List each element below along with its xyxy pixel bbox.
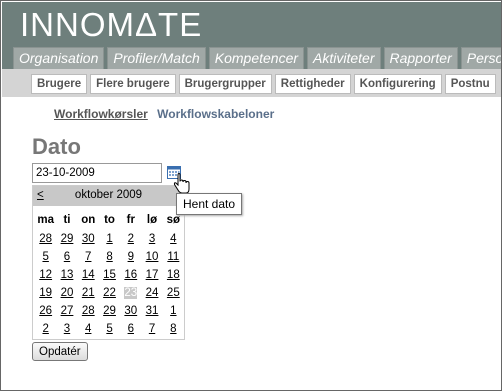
date-picker-popup: < oktober 2009 ma ti on to fr lø sø 28 2… [32,185,185,340]
tab-personer[interactable]: Perso [460,47,501,69]
tooltip: Hent dato [176,193,243,215]
calendar-week-row: 28 29 30 1 2 3 4 [35,230,184,248]
calendar-day[interactable]: 5 [35,248,56,266]
app-window: INNOMΔTE Organisation Profiler/Match Kompe… [0,0,502,391]
calendar-day[interactable]: 29 [99,302,120,320]
calendar-day[interactable]: 3 [141,230,162,248]
calendar-day[interactable]: 1 [163,302,184,320]
tab-aktiviteter[interactable]: Aktiviteter [307,47,381,69]
calendar-day[interactable]: 26 [35,302,56,320]
tab-rapporter[interactable]: Rapporter [383,47,458,69]
workflow-links: Workflowkørsler Workflowskabeloner [54,107,274,121]
tab-profiler-match[interactable]: Profiler/Match [107,47,206,69]
calendar-day[interactable]: 20 [56,284,77,302]
weekday-header-row: ma ti on to fr lø sø [35,210,184,230]
calendar-day[interactable]: 25 [163,284,184,302]
subtab-postnumre[interactable]: Postnu [444,74,496,94]
calendar-week-row: 2 3 4 5 6 7 8 [35,320,184,338]
calendar-day[interactable]: 31 [141,302,162,320]
calendar-day[interactable]: 21 [78,284,99,302]
weekday-label: ti [63,214,71,226]
calendar-day[interactable]: 11 [163,248,184,266]
weekday-label: ma [37,214,54,226]
calendar-day[interactable]: 2 [35,320,56,338]
calendar-day[interactable]: 12 [35,266,56,284]
calendar-day[interactable]: 17 [141,266,162,284]
calendar-day[interactable]: 4 [78,320,99,338]
calendar-day[interactable]: 13 [56,266,77,284]
update-button[interactable]: Opdatér [32,342,88,361]
workflow-templates-link[interactable]: Workflowskabeloner [157,107,274,121]
calendar-day[interactable]: 3 [56,320,77,338]
sub-tabs: Brugere Flere brugere Brugergrupper Rettigh… [31,74,499,94]
calendar-day[interactable]: 18 [163,266,184,284]
subtab-flere-brugere[interactable]: Flere brugere [90,74,176,94]
calendar-day[interactable]: 9 [120,248,141,266]
calendar-day[interactable]: 15 [99,266,120,284]
calendar-day[interactable]: 24 [141,284,162,302]
hand-pointer-icon [173,173,190,194]
calendar-day[interactable]: 5 [99,320,120,338]
subtab-rettigheder[interactable]: Rettigheder [274,74,351,94]
calendar-day[interactable]: 1 [99,230,120,248]
calendar-day[interactable]: 19 [35,284,56,302]
workflow-runs-link[interactable]: Workflowkørsler [54,107,148,121]
weekday-label: fr [126,214,135,226]
calendar-day[interactable]: 4 [163,230,184,248]
calendar-day-selected[interactable]: 23 [120,284,141,302]
main-tabs: Organisation Profiler/Match Kompetencer Akt… [13,47,501,69]
calendar-day[interactable]: 8 [99,248,120,266]
tab-kompetencer[interactable]: Kompetencer [208,47,305,69]
calendar-day[interactable]: 8 [163,320,184,338]
logo: INNOMΔTE [20,6,203,43]
calendar-day[interactable]: 10 [141,248,162,266]
calendar-day[interactable]: 22 [99,284,120,302]
calendar-day[interactable]: 27 [56,302,77,320]
tab-organisation[interactable]: Organisation [13,47,105,69]
subtab-brugere[interactable]: Brugere [31,74,88,94]
calendar-day[interactable]: 30 [120,302,141,320]
date-field[interactable] [32,163,162,183]
calendar-week-row: 5 6 7 8 9 10 11 [35,248,184,266]
calendar-week-row: 19 20 21 22 23 24 25 [35,284,184,302]
weekday-label: to [104,214,115,226]
calendar-day[interactable]: 7 [141,320,162,338]
calendar-day[interactable]: 29 [56,230,77,248]
calendar-day[interactable]: 2 [120,230,141,248]
calendar-month-label: oktober 2009 [74,189,143,201]
subtab-brugergrupper[interactable]: Brugergrupper [178,74,272,94]
calendar-week-row: 26 27 28 29 30 31 1 [35,302,184,320]
calendar-day[interactable]: 16 [120,266,141,284]
calendar-header: < oktober 2009 [33,186,184,206]
calendar-day[interactable]: 6 [120,320,141,338]
page-title: Dato [32,134,81,159]
calendar-grid: ma ti on to fr lø sø 28 29 30 1 2 3 4 5 … [35,210,184,338]
weekday-label: on [81,214,96,226]
subtab-konfigurering[interactable]: Konfigurering [353,74,442,94]
calendar-week-row: 12 13 14 15 16 17 18 [35,266,184,284]
calendar-day[interactable]: 14 [78,266,99,284]
calendar-day[interactable]: 6 [56,248,77,266]
calendar-day[interactable]: 28 [78,302,99,320]
calendar-day[interactable]: 30 [78,230,99,248]
calendar-day[interactable]: 28 [35,230,56,248]
weekday-label: lø [146,214,158,226]
calendar-day[interactable]: 7 [78,248,99,266]
